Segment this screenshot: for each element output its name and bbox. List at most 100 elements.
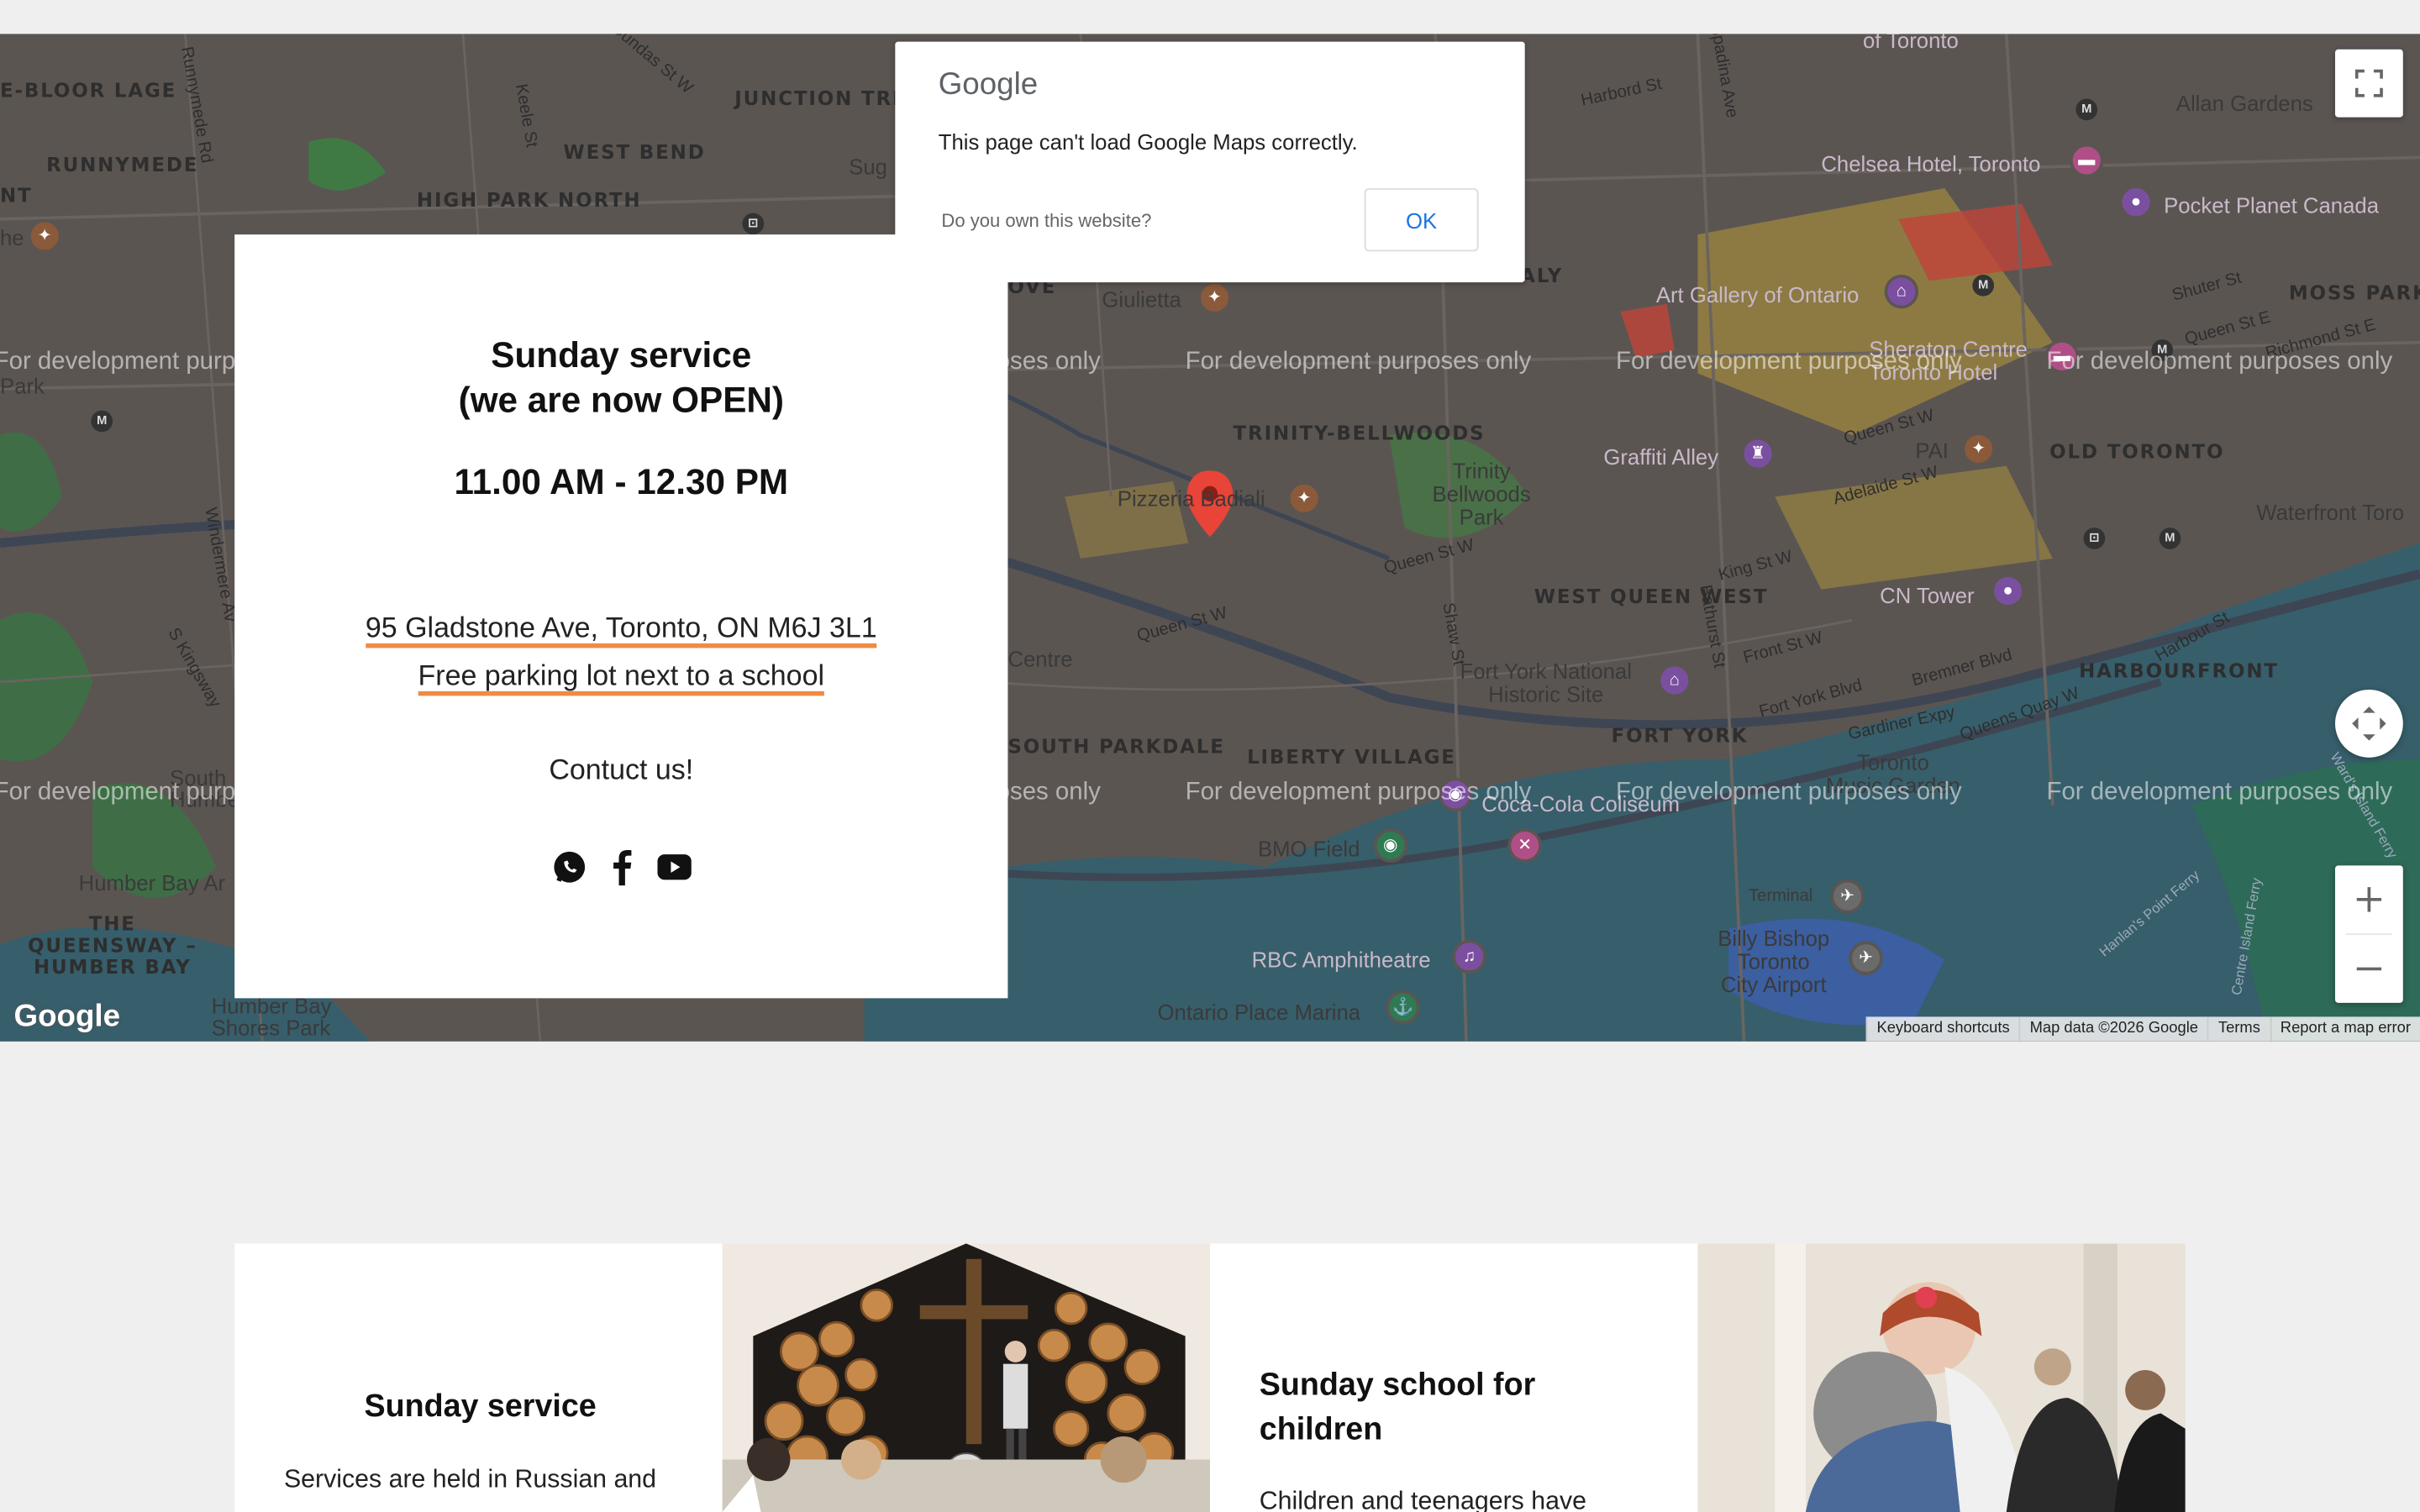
info-title-line1: Sunday service <box>491 334 752 375</box>
error-message: This page can't load Google Maps correct… <box>938 129 1358 155</box>
area-label: E-BLOOR LAGE <box>0 78 177 102</box>
zoom-out-button[interactable] <box>2335 935 2403 1003</box>
social-links <box>234 848 1007 886</box>
area-label: HIGH PARK NORTH <box>416 188 642 212</box>
landmark-icon[interactable]: ● <box>1991 574 2025 608</box>
poi-label: Park <box>0 373 45 398</box>
restaurant-icon[interactable]: ✦ <box>1286 481 1322 516</box>
youtube-icon[interactable] <box>656 848 691 885</box>
area-label: SOUTH PARKDALE <box>1007 734 1225 758</box>
marina-icon[interactable]: ⚓ <box>1386 990 1420 1025</box>
info-title: Sunday service (we are now OPEN) <box>234 333 1007 423</box>
ok-button[interactable]: OK <box>1364 188 1479 252</box>
metro-icon[interactable]: M <box>2075 98 2098 121</box>
report-error-link[interactable]: Report a map error <box>2269 1016 2420 1042</box>
poi-label: Humber Bay Ar <box>78 869 226 895</box>
airport-terminal-icon[interactable]: ✈ <box>1830 879 1865 914</box>
sunday-service-card[interactable]: Sunday service Services are held in Russ… <box>234 1243 723 1512</box>
google-logo[interactable]: Google <box>14 1000 121 1035</box>
poi-label: Trinity Bellwoods Park <box>1432 458 1531 530</box>
transit-icon[interactable]: ⊡ <box>742 213 765 235</box>
stadium-icon[interactable]: ◉ <box>1373 828 1408 863</box>
museum-icon[interactable]: ⌂ <box>1657 663 1692 698</box>
poi-label: PAI <box>1915 438 1949 464</box>
children-school-photo <box>1697 1243 2186 1512</box>
hotel-icon[interactable]: ▬ <box>2070 143 2104 178</box>
poi-label: RBC Amphitheatre <box>1251 947 1431 973</box>
pan-control-button[interactable] <box>2334 690 2403 758</box>
area-label: MOSS PARK <box>2288 281 2420 304</box>
area-label: RUNNYMEDE <box>46 152 199 176</box>
dev-watermark: For development purposes only <box>2046 349 2393 375</box>
poi-label: Waterfront Toro <box>2256 500 2405 525</box>
area-label: WEST QUEEN WEST <box>1534 585 1769 608</box>
card-title-line2: children <box>1259 1411 1383 1447</box>
fullscreen-button[interactable] <box>2334 49 2403 118</box>
sunday-school-card[interactable]: Sunday school for children Children and … <box>1210 1243 1698 1512</box>
fullscreen-icon <box>2354 69 2383 97</box>
parking-link[interactable]: Free parking lot next to a school <box>418 659 825 696</box>
metro-icon[interactable]: M <box>2159 528 2181 549</box>
map-attribution: Keyboard shortcuts Map data ©2026 Google… <box>1865 1016 2420 1042</box>
card-body: Services are held in Russian and <box>283 1465 657 1494</box>
poi-label: he <box>0 225 24 250</box>
restaurant-icon[interactable]: ✦ <box>28 218 62 254</box>
zoom-in-button[interactable] <box>2335 865 2403 933</box>
poi-label: Ontario Place Marina <box>1157 1000 1361 1025</box>
whatsapp-icon[interactable] <box>552 848 586 885</box>
poi-label: Chelsea Hotel, Toronto <box>1821 151 2041 176</box>
attraction-icon[interactable]: ✕ <box>1507 828 1542 863</box>
address-link-row: 95 Gladstone Ave, Toronto, ON M6J 3L1 <box>234 611 1007 648</box>
poi-label: BMO Field <box>1257 836 1360 861</box>
google-logo: Google <box>938 67 1039 102</box>
airport-icon[interactable]: ✈ <box>1849 941 1883 975</box>
area-label: THE QUEENSWAY – HUMBER BAY <box>28 911 197 979</box>
card-title: Sunday service <box>364 1389 597 1425</box>
restaurant-icon[interactable]: ✦ <box>1197 281 1232 315</box>
metro-icon[interactable]: M <box>91 410 113 433</box>
poi-label: Billy Bishop Toronto City Airport <box>1718 926 1830 997</box>
poi-label: Giulietta <box>1102 286 1181 312</box>
area-label: ALY <box>1520 264 1564 287</box>
address-link[interactable]: 95 Gladstone Ave, Toronto, ON M6J 3L1 <box>365 611 877 648</box>
church-service-photo <box>722 1243 1211 1512</box>
restaurant-icon[interactable]: ✦ <box>1961 432 1996 466</box>
poi-label: Graffiti Alley <box>1603 444 1719 470</box>
landmark-icon[interactable]: ♜ <box>1740 436 1776 471</box>
dev-watermark: For development purposes only <box>1185 349 1532 375</box>
poi-label: Sug <box>849 154 887 180</box>
terms-link[interactable]: Terms <box>2207 1016 2270 1042</box>
poi-label: Pocket Planet Canada <box>2164 192 2380 218</box>
area-label: WEST BEND <box>563 140 706 164</box>
contact-text: Contuct us! <box>549 753 694 785</box>
poi-label: CN Tower <box>1880 583 1975 608</box>
transit-icon[interactable]: ⊡ <box>2083 528 2106 549</box>
poi-label: Terminal <box>1749 887 1813 906</box>
poi-label: Art Gallery of Ontario <box>1655 282 1860 307</box>
service-info-card: Sunday service (we are now OPEN) 11.00 A… <box>234 234 1008 999</box>
own-website-text: Do you own this website? <box>941 209 1152 232</box>
info-title-line2: (we are now OPEN) <box>458 379 784 420</box>
parking-link-row: Free parking lot next to a school <box>234 659 1007 696</box>
area-label: TRINITY-BELLWOODS <box>1233 421 1486 444</box>
card-title-line1: Sunday school for <box>1259 1367 1536 1403</box>
pan-arrows-icon <box>2352 706 2386 741</box>
camera-icon[interactable]: ● <box>2118 185 2154 219</box>
metro-icon[interactable]: M <box>1972 274 1995 297</box>
museum-icon[interactable]: ⌂ <box>1884 274 1919 309</box>
minus-icon <box>2356 967 2382 971</box>
poi-label: Humber Bay Shores Park <box>211 993 332 1040</box>
area-label: HARBOURFRONT <box>2079 659 2279 682</box>
area-label: FORT YORK <box>1611 723 1749 747</box>
poi-label: Fort York National Historic Site <box>1460 659 1632 707</box>
theatre-icon[interactable]: ♫ <box>1452 939 1486 974</box>
keyboard-shortcuts-link[interactable]: Keyboard shortcuts <box>1865 1016 2019 1042</box>
map-data-text: Map data ©2026 Google <box>2018 1016 2207 1042</box>
poi-label: Centre <box>1007 646 1073 671</box>
services-row: Sunday service Services are held in Russ… <box>234 1243 2186 1512</box>
zoom-controls <box>2334 865 2403 1003</box>
dev-watermark: For development purposes only <box>1616 349 1962 375</box>
service-time: 11.00 AM - 12.30 PM <box>454 461 789 501</box>
facebook-icon[interactable] <box>604 848 638 886</box>
area-label: LIBERTY VILLAGE <box>1247 745 1456 769</box>
